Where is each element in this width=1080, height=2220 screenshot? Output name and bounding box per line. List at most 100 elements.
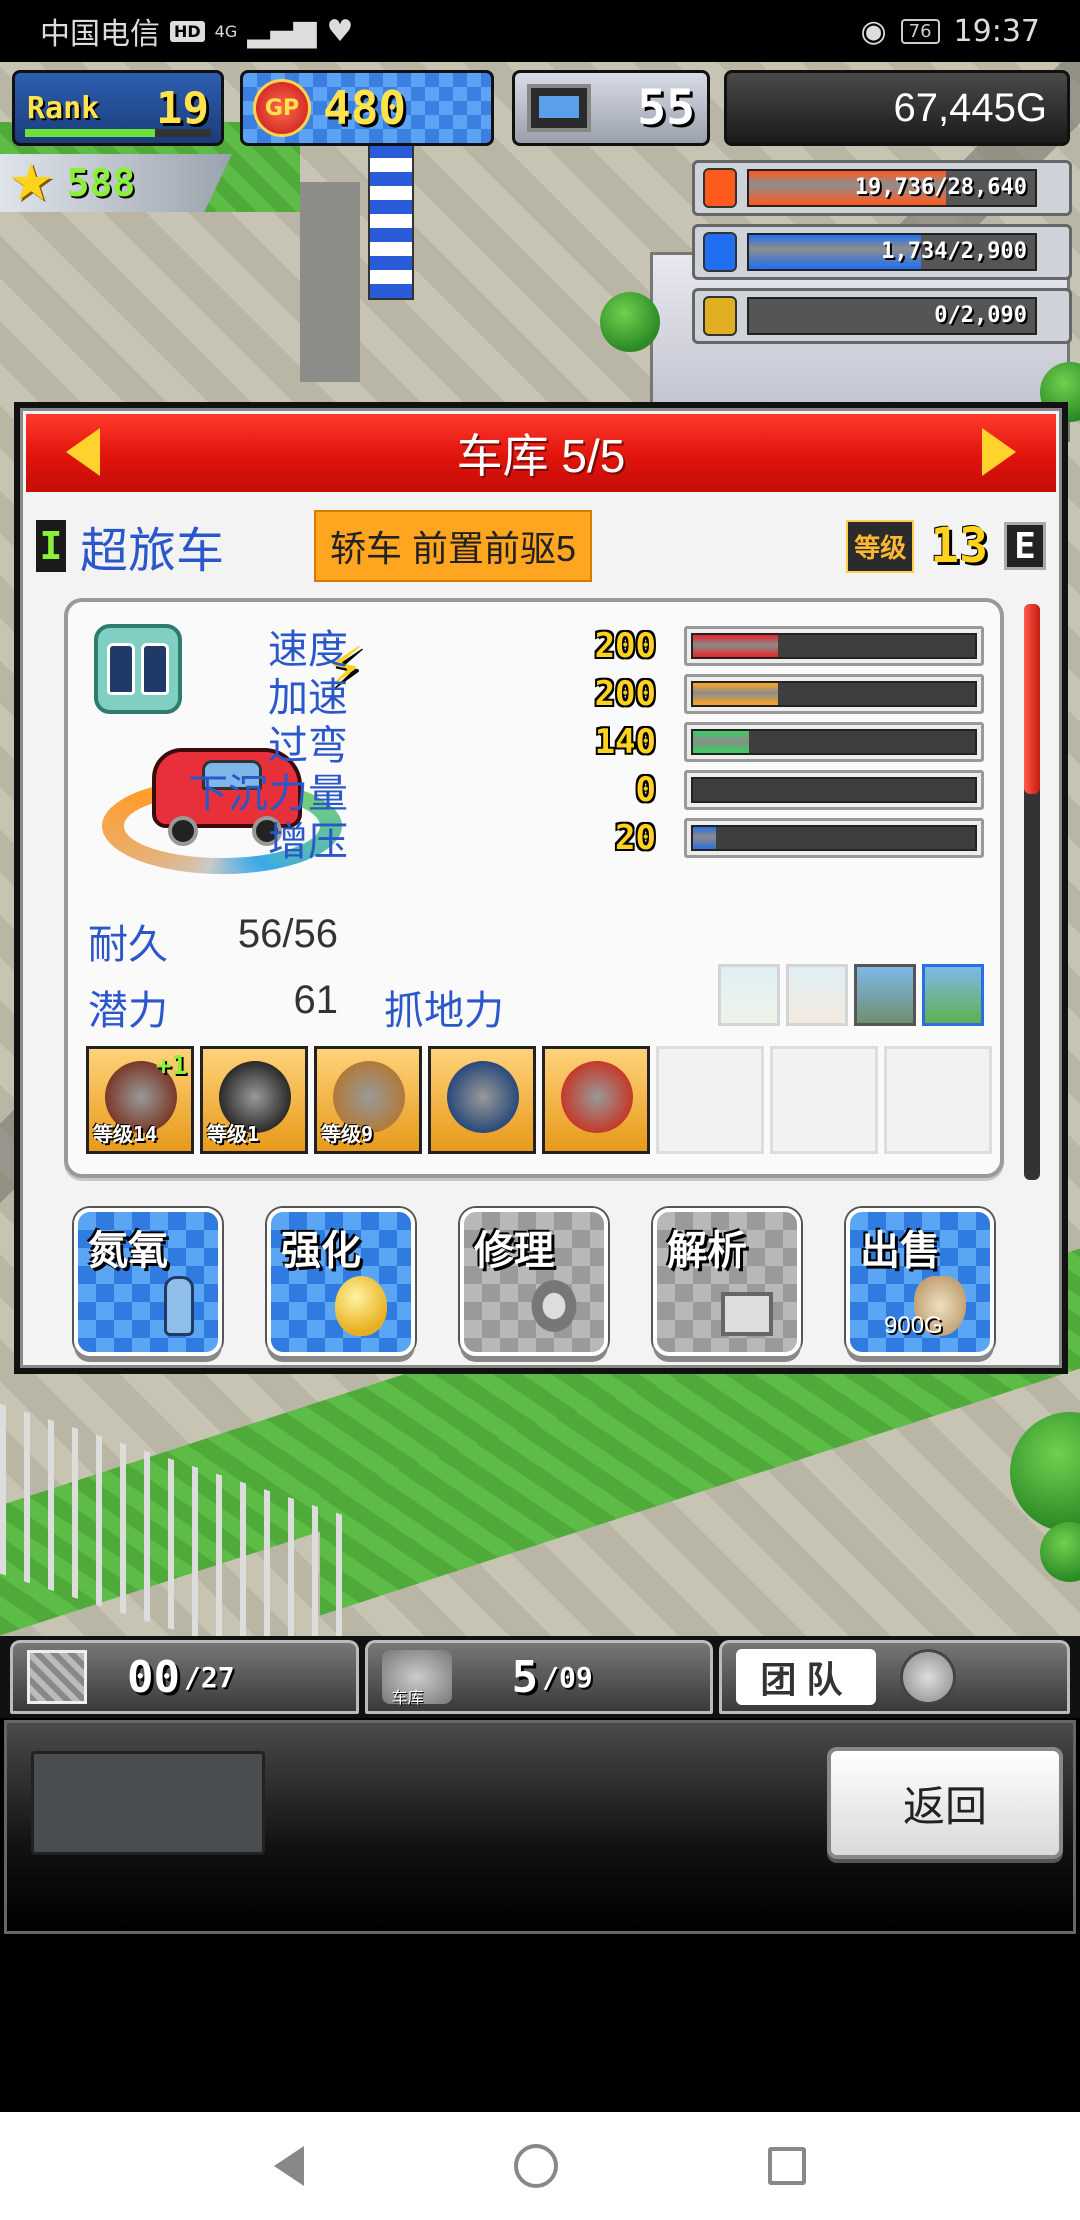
empty-part-slot[interactable] <box>770 1046 878 1154</box>
driver-face-icon <box>900 1649 957 1705</box>
status-bar: 中国电信 HD 4G ▂▄▆ ♥ ◉ 76 19:37 <box>0 0 1080 62</box>
level-label: 等级 <box>846 519 915 573</box>
garage-count: 5 <box>511 1651 539 1703</box>
garage-tab-label: 车库 <box>391 1690 424 1707</box>
terrain-dirt-icon <box>786 964 848 1026</box>
money-value: 67,445G <box>893 85 1047 130</box>
stat-bar <box>684 722 984 762</box>
tire-part[interactable]: 等级1 <box>200 1046 308 1154</box>
star-icon: ★ <box>8 153 55 213</box>
research-value: 55 <box>637 80 695 136</box>
previous-arrow-icon[interactable] <box>66 428 100 476</box>
empty-part-slot[interactable] <box>656 1046 764 1154</box>
terrain-track-icon <box>854 964 916 1026</box>
stat-value: 20 <box>615 818 656 858</box>
resource-row[interactable]: 0/2,090 <box>692 288 1072 344</box>
action-label: 解析 <box>667 1229 747 1273</box>
resource-row[interactable]: 19,736/28,640 <box>692 160 1072 216</box>
nitro-button[interactable]: 氮氧 <box>74 1208 222 1356</box>
stats-scrollbar[interactable] <box>1024 604 1040 1180</box>
team-label: 团队 <box>736 1649 877 1705</box>
stat-bar <box>684 674 984 714</box>
network-indicator: 4G <box>214 21 238 41</box>
empty-part-slot[interactable] <box>884 1046 992 1154</box>
egg-icon <box>335 1276 387 1336</box>
hd-badge: HD <box>170 20 205 42</box>
garage-icon: 车库 <box>381 1650 452 1707</box>
battery-indicator: 76 <box>900 18 940 44</box>
rank-progress-bar <box>25 129 211 137</box>
terrain-mountain-icon <box>922 964 984 1026</box>
action-label: 氮氧 <box>88 1229 168 1273</box>
part-level: 等级1 <box>207 1122 260 1146</box>
parts-slots: 等级14 +1 等级1 等级9 <box>86 1046 992 1154</box>
level-value: 13 <box>930 518 988 574</box>
clock: 19:37 <box>953 13 1040 49</box>
nav-recent-icon[interactable] <box>768 2147 806 2185</box>
money-display[interactable]: 67,445G <box>724 70 1070 146</box>
potential-value: 61 <box>293 978 339 1022</box>
sell-button[interactable]: 出售 900G <box>846 1208 994 1356</box>
part-level: 等级14 <box>93 1122 158 1146</box>
crate-icon <box>27 1650 87 1704</box>
bottom-panel: 返回 <box>4 1720 1076 1934</box>
resource-text: 1,734/2,900 <box>881 239 1027 264</box>
resource-bar: 0/2,090 <box>747 297 1037 335</box>
fuel-bottle-icon <box>703 232 737 272</box>
stat-row: 下沉力量 0 <box>68 766 1000 816</box>
resource-bar: 1,734/2,900 <box>747 233 1037 271</box>
empty-slot <box>31 1751 265 1855</box>
resource-row[interactable]: 1,734/2,900 <box>692 224 1072 280</box>
car-stats-panel: ⚡ 速度 200 加速 200 过弯 140 下沉力量 0 增压 20 耐久 56/56 潜力 6… <box>64 598 1004 1178</box>
analyze-button[interactable]: 解析 <box>653 1208 801 1356</box>
oil-can-part[interactable] <box>542 1046 650 1154</box>
garage-dialog: 车库 5/5 I 超旅车 轿车 前置前驱5 等级 13 E ⚡ 速度 200 加速 2… <box>14 402 1068 1374</box>
part-plus: +1 <box>155 1051 187 1081</box>
gp-icon: GP <box>253 79 311 137</box>
resource-text: 19,736/28,640 <box>854 175 1027 200</box>
stat-value: 0 <box>635 770 656 810</box>
rank-display[interactable]: Rank 19 <box>12 70 224 146</box>
nav-back-icon[interactable] <box>274 2146 304 2186</box>
sell-price: 900G <box>884 1312 943 1339</box>
garage-tab[interactable]: 车库 5 /09 <box>364 1640 714 1714</box>
wheat-icon <box>703 296 737 336</box>
stat-row: 速度 200 <box>68 622 1000 672</box>
items-tab[interactable]: 00 /27 <box>10 1640 359 1714</box>
gp-display[interactable]: GP 480 <box>240 70 494 146</box>
research-display[interactable]: 55 <box>512 70 710 146</box>
team-tab[interactable]: 团队 <box>719 1640 1070 1714</box>
car-header: I 超旅车 轿车 前置前驱5 等级 13 E <box>36 506 1046 586</box>
coin-icon <box>703 168 737 208</box>
fans-value: 588 <box>66 161 136 205</box>
car-name: 超旅车 <box>80 525 225 578</box>
durability-label: 耐久 <box>88 923 168 967</box>
upgrade-button[interactable]: 强化 <box>267 1208 415 1356</box>
resource-bar: 19,736/28,640 <box>747 169 1037 207</box>
engine-part[interactable]: 等级14 +1 <box>86 1046 194 1154</box>
part-icon <box>447 1061 519 1133</box>
rank-label: Rank <box>27 90 100 126</box>
bottle-icon <box>164 1276 194 1336</box>
car-type-badge: 轿车 前置前驱5 <box>314 510 593 582</box>
terrain-grass-icon <box>718 964 780 1026</box>
repair-button[interactable]: 修理 <box>460 1208 608 1356</box>
system-nav-bar <box>0 2112 1080 2220</box>
stat-row: 增压 20 <box>68 814 1000 864</box>
stat-bar-fill <box>693 827 716 849</box>
chain-tire-part[interactable] <box>428 1046 536 1154</box>
grip-label: 抓地力 <box>384 989 504 1033</box>
fans-display[interactable]: ★ 588 <box>0 154 232 212</box>
dialog-title: 车库 5/5 <box>456 430 626 482</box>
carrier-name: 中国电信 <box>40 17 160 52</box>
brake-part[interactable]: 等级9 <box>314 1046 422 1154</box>
garage-max: /09 <box>542 1660 593 1694</box>
stat-value: 140 <box>594 722 656 762</box>
next-arrow-icon[interactable] <box>982 428 1016 476</box>
nav-home-icon[interactable] <box>514 2144 558 2188</box>
items-max: /27 <box>183 1660 235 1694</box>
action-label: 强化 <box>281 1229 361 1273</box>
stat-bar <box>684 626 984 666</box>
back-button[interactable]: 返回 <box>827 1747 1063 1859</box>
durability-value: 56/56 <box>237 912 338 956</box>
